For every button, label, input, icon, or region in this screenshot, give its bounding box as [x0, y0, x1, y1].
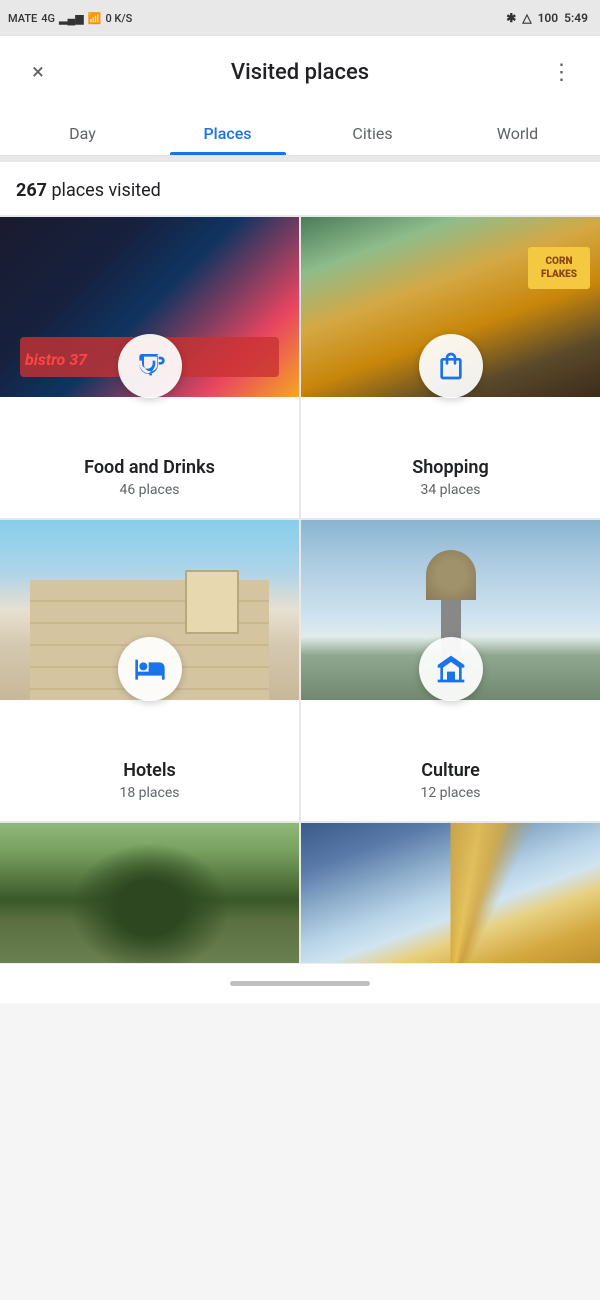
tab-places[interactable]: Places — [155, 108, 300, 155]
card-name-shopping: Shopping — [317, 457, 584, 478]
card-icon-wrap-culture — [419, 637, 483, 701]
shopping-bag-icon — [435, 350, 467, 382]
home-bar — [230, 981, 370, 986]
card-count-hotels: 18 places — [16, 785, 283, 801]
status-right: ✱ △ 100 5:49 — [506, 11, 588, 25]
card-count-shopping: 34 places — [317, 482, 584, 498]
places-label: places visited — [51, 180, 160, 201]
status-bar: MATE 4G ▂▄▆ 📶 0 K/S ✱ △ 100 5:49 — [0, 0, 600, 36]
coffee-icon — [134, 350, 166, 382]
location-icon: △ — [522, 11, 531, 25]
battery-label: 100 — [538, 11, 559, 25]
category-card-food-drinks[interactable]: Food and Drinks 46 places — [0, 217, 299, 518]
card-icon-wrap-hotels — [118, 637, 182, 701]
card-info-hotels: Hotels 18 places — [0, 700, 299, 821]
card-icon-wrap-food — [118, 334, 182, 398]
time-label: 5:49 — [564, 11, 588, 25]
museum-icon — [435, 653, 467, 685]
card-count-food: 46 places — [16, 482, 283, 498]
card-count-culture: 12 places — [317, 785, 584, 801]
signal-label: 4G — [41, 12, 55, 25]
places-number: 267 — [16, 180, 47, 201]
home-indicator — [0, 963, 600, 1003]
app-header: × Visited places ⋮ — [0, 36, 600, 108]
card-image-nature — [0, 823, 299, 963]
tab-bar: Day Places Cities World — [0, 108, 600, 156]
carrier-label: MATE — [8, 12, 37, 25]
wifi-icon: 📶 — [88, 12, 102, 25]
card-icon-wrap-shopping — [419, 334, 483, 398]
status-left: MATE 4G ▂▄▆ 📶 0 K/S — [8, 12, 132, 25]
content-area: 267 places visited Food and Drinks 46 pl… — [0, 156, 600, 963]
card-name-food: Food and Drinks — [16, 457, 283, 478]
category-card-culture[interactable]: Culture 12 places — [301, 520, 600, 821]
card-info-culture: Culture 12 places — [301, 700, 600, 821]
places-count-label: 267 places visited — [0, 162, 600, 215]
tab-world[interactable]: World — [445, 108, 590, 155]
tab-cities[interactable]: Cities — [300, 108, 445, 155]
more-options-button[interactable]: ⋮ — [542, 60, 582, 85]
hotel-icon — [134, 653, 166, 685]
close-button[interactable]: × — [18, 60, 58, 85]
card-info-shopping: Shopping 34 places — [301, 397, 600, 518]
category-card-entertainment[interactable] — [301, 823, 600, 963]
category-card-hotels[interactable]: Hotels 18 places — [0, 520, 299, 821]
data-speed: 0 K/S — [105, 12, 132, 25]
tab-day[interactable]: Day — [10, 108, 155, 155]
card-name-hotels: Hotels — [16, 760, 283, 781]
categories-grid: Food and Drinks 46 places Shopping 34 pl… — [0, 215, 600, 963]
card-image-entertainment — [301, 823, 600, 963]
bluetooth-icon: ✱ — [506, 11, 516, 25]
page-title: Visited places — [58, 60, 542, 85]
signal-bars: ▂▄▆ — [59, 12, 84, 25]
category-card-shopping[interactable]: Shopping 34 places — [301, 217, 600, 518]
category-card-nature[interactable] — [0, 823, 299, 963]
card-info-food: Food and Drinks 46 places — [0, 397, 299, 518]
card-name-culture: Culture — [317, 760, 584, 781]
